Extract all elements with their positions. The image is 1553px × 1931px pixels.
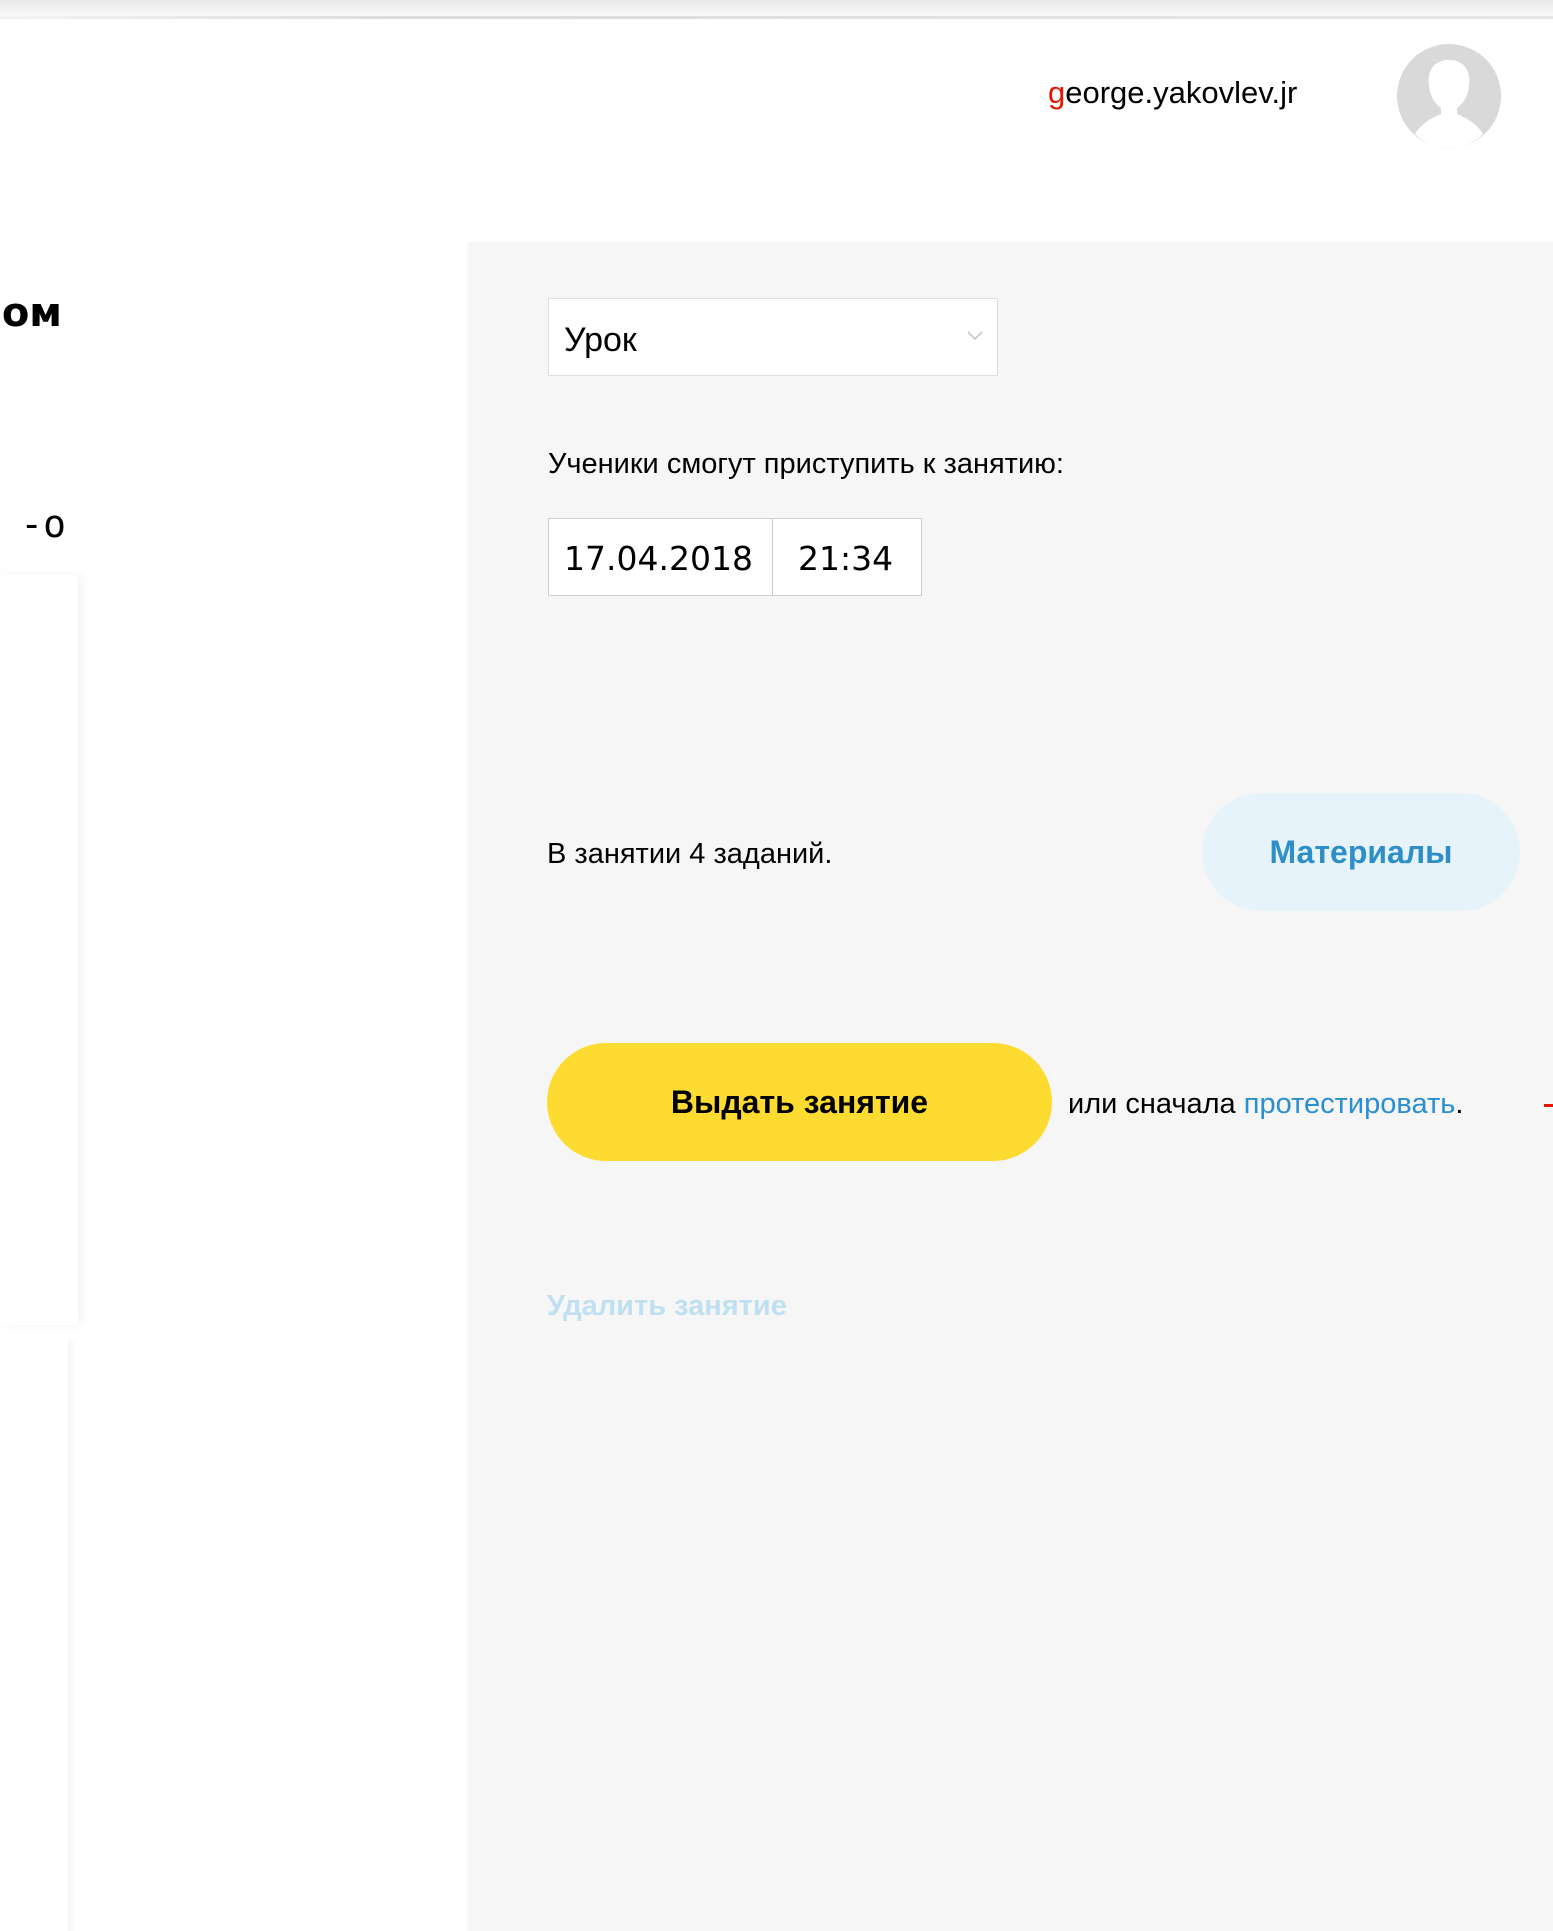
left-card-edge <box>68 1340 76 1931</box>
start-date-input[interactable]: 17.04.2018 <box>548 518 773 596</box>
tasks-count-text: В занятии 4 заданий. <box>547 838 833 870</box>
materials-button-label: Материалы <box>1269 833 1453 870</box>
start-time-input[interactable]: 21:34 <box>772 518 922 596</box>
issue-lesson-button[interactable]: Выдать занятие <box>547 1043 1052 1161</box>
or-test-text: или сначала протестировать. <box>1068 1088 1463 1121</box>
or-text-period: . <box>1455 1088 1464 1120</box>
page: george.yakovlev.jr ом о- Урок Ученики см… <box>0 0 1553 1931</box>
username-rest: eorge.yakovlev.jr <box>1065 75 1298 110</box>
or-text-prefix: или сначала <box>1068 1088 1244 1120</box>
start-label: Ученики смогут приступить к занятию: <box>548 448 1064 480</box>
user-avatar-icon[interactable] <box>1397 44 1501 148</box>
materials-button[interactable]: Материалы <box>1202 793 1520 911</box>
test-link[interactable]: протестировать <box>1244 1088 1456 1120</box>
top-divider <box>0 16 1553 19</box>
issue-lesson-button-label: Выдать занятие <box>670 1083 929 1120</box>
chevron-down-icon <box>965 329 985 343</box>
left-text-fragment: о- <box>20 502 66 546</box>
username-first-letter: g <box>1048 75 1066 110</box>
left-heading-fragment: ом <box>1 290 62 336</box>
lesson-type-value: Урок <box>564 321 637 359</box>
red-marker <box>1544 1104 1553 1107</box>
lesson-type-select[interactable]: Урок <box>548 298 998 376</box>
delete-lesson-link[interactable]: Удалить занятие <box>547 1290 787 1323</box>
left-card <box>0 575 78 1325</box>
username-link[interactable]: george.yakovlev.jr <box>1048 75 1297 111</box>
